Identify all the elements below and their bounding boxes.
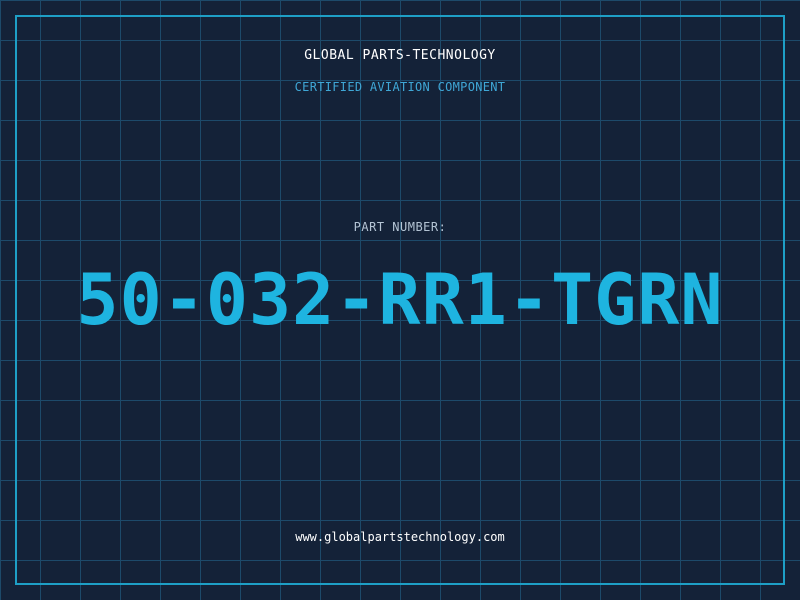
part-number-value: 50-032-RR1-TGRN <box>76 259 724 341</box>
part-number-label: PART NUMBER: <box>353 220 447 234</box>
company-name: GLOBAL PARTS-TECHNOLOGY <box>304 48 496 63</box>
website-link[interactable]: www.globalpartstechnology.com <box>0 530 800 544</box>
subtitle: CERTIFIED AVIATION COMPONENT <box>294 80 506 94</box>
